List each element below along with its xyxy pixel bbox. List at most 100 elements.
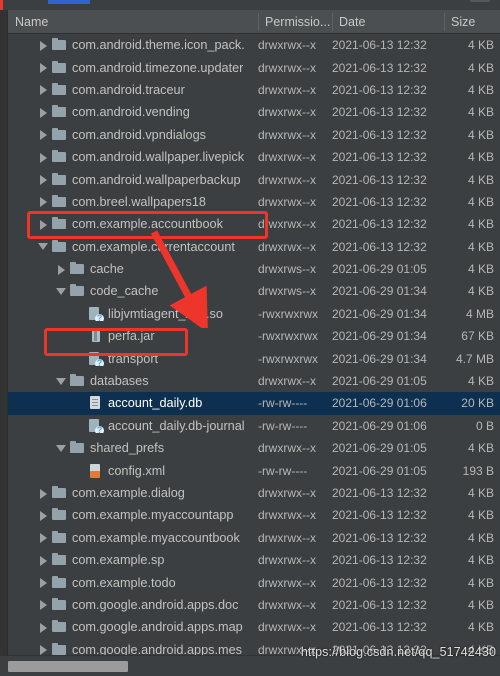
- chevron-right-icon[interactable]: [38, 510, 49, 521]
- table-row[interactable]: com.example.todo drwxrwx--x 2021-06-13 12:…: [8, 571, 500, 593]
- table-row[interactable]: com.android.theme.icon_pack. drwxrwx--x 20…: [8, 34, 500, 56]
- unknown-file-icon: [88, 306, 104, 321]
- cell-name: libjvmtiagent_x86.so: [8, 306, 258, 321]
- chevron-right-icon[interactable]: [56, 264, 67, 275]
- chevron-down-icon[interactable]: [56, 443, 67, 454]
- cell-permissions: drwxrwx--x: [258, 60, 316, 75]
- cell-name: com.example.todo: [8, 575, 258, 590]
- cell-date: 2021-06-13 12:32: [332, 172, 427, 187]
- horizontal-scroll-thumb[interactable]: [8, 661, 128, 672]
- chevron-right-icon[interactable]: [38, 174, 49, 186]
- table-row[interactable]: com.android.timezone.updater drwxrwx--x 20…: [8, 56, 500, 78]
- table-row[interactable]: com.example.currentaccount drwxrwx--x 2021…: [8, 236, 500, 258]
- folder-icon: [52, 486, 67, 500]
- folder-icon: [52, 82, 67, 97]
- table-row[interactable]: com.example.dialog drwxrwx--x 2021-06-13 1…: [8, 482, 500, 504]
- table-row[interactable]: databases drwxrwx--x 2021-06-29 01:05 4 KB: [8, 370, 500, 392]
- cell-permissions: drwxrwx--x: [258, 441, 316, 456]
- horizontal-scrollbar[interactable]: [0, 655, 500, 676]
- cell-name: com.android.theme.icon_pack.: [8, 38, 258, 52]
- chevron-right-icon[interactable]: [38, 129, 49, 141]
- file-name-label: libjvmtiagent_x86.so: [108, 306, 223, 321]
- chevron-right-icon[interactable]: [38, 84, 49, 96]
- table-row[interactable]: com.example.myaccountbook drwxrwx--x 2021-…: [8, 527, 500, 549]
- cell-permissions: -rw-rw----: [258, 396, 308, 411]
- cell-date: 2021-06-13 12:32: [332, 194, 427, 209]
- column-header-name[interactable]: Name: [8, 10, 258, 34]
- chevron-right-icon[interactable]: [38, 62, 49, 74]
- chevron-down-icon[interactable]: [56, 286, 67, 297]
- cell-name: com.example.currentaccount: [8, 239, 258, 254]
- chevron-right-icon[interactable]: [38, 599, 49, 611]
- cell-size: 4 KB: [467, 105, 494, 120]
- cell-permissions: -rwxrwxrwx: [258, 351, 318, 366]
- cell-size: 4 KB: [467, 486, 494, 500]
- file-name-label: com.android.timezone.updater: [72, 60, 244, 75]
- table-row[interactable]: com.example.myaccountapp drwxrwx--x 2021-0…: [8, 504, 500, 526]
- column-header-size[interactable]: Size: [444, 10, 500, 34]
- chevron-right-icon[interactable]: [38, 107, 49, 118]
- table-row[interactable]: com.google.android.apps.doc drwxrwx--x 202…: [8, 594, 500, 616]
- chevron-right-icon[interactable]: [38, 644, 49, 655]
- table-row[interactable]: com.example.accountbook drwxrwx--x 2021-06…: [8, 213, 500, 235]
- cell-name: com.android.timezone.updater: [8, 60, 258, 75]
- file-name-label: perfa.jar: [108, 329, 155, 344]
- table-row[interactable]: perfa.jar -rwxrwxrwx 2021-06-29 01:34 67 KB: [8, 325, 500, 347]
- chevron-down-icon[interactable]: [56, 376, 67, 387]
- table-row[interactable]: code_cache drwxrws--x 2021-06-29 01:34 4 KB: [8, 280, 500, 302]
- cell-size: 4 KB: [467, 38, 494, 53]
- cell-name: code_cache: [8, 284, 258, 298]
- file-tree[interactable]: com.android.theme.icon_pack. drwxrwx--x 20…: [8, 34, 500, 655]
- chevron-right-icon[interactable]: [38, 555, 49, 566]
- file-name-label: com.example.sp: [72, 553, 165, 568]
- file-name-label: com.example.todo: [72, 575, 176, 590]
- xml-file-icon: [88, 463, 103, 478]
- chevron-right-icon[interactable]: [38, 577, 49, 589]
- cell-permissions: drwxrwx--x: [258, 194, 316, 209]
- chevron-right-icon[interactable]: [38, 622, 49, 633]
- file-name-label: com.android.theme.icon_pack.: [72, 38, 245, 53]
- table-row[interactable]: cache drwxrws--x 2021-06-29 01:05 4 KB: [8, 258, 500, 280]
- table-row[interactable]: com.google.android.apps.mes drwxrwx--x 202…: [8, 639, 500, 655]
- chevron-right-icon[interactable]: [38, 40, 49, 51]
- table-row[interactable]: libjvmtiagent_x86.so -rwxrwxrwx 2021-06-29…: [8, 303, 500, 325]
- table-row[interactable]: config.xml -rw-rw---- 2021-06-29 01:05 193 …: [8, 459, 500, 481]
- cell-permissions: drwxrwx--x: [258, 172, 316, 187]
- chevron-right-icon[interactable]: [38, 196, 49, 208]
- cell-size: 4.7 MB: [455, 351, 494, 366]
- file-name-label: com.breel.wallpapers18: [72, 194, 206, 209]
- table-row[interactable]: com.breel.wallpapers18 drwxrwx--x 2021-06-…: [8, 191, 500, 213]
- column-header-permissions[interactable]: Permissio...: [258, 10, 332, 34]
- table-row[interactable]: com.android.vending drwxrwx--x 2021-06-13 …: [8, 101, 500, 123]
- table-row[interactable]: shared_prefs drwxrwx--x 2021-06-29 01:05 4 …: [8, 437, 500, 459]
- table-row[interactable]: com.google.android.apps.map drwxrwx--x 202…: [8, 616, 500, 638]
- table-row[interactable]: com.android.wallpaperbackup drwxrwx--x 202…: [8, 168, 500, 190]
- cell-size: 67 KB: [461, 329, 494, 344]
- cell-size: 4 KB: [467, 508, 494, 523]
- table-row[interactable]: transport -rwxrwxrwx 2021-06-29 01:34 4.7 M…: [8, 347, 500, 369]
- chevron-right-icon[interactable]: [38, 488, 49, 499]
- cell-permissions: drwxrwx--x: [258, 239, 316, 254]
- file-name-label: account_daily.db-journal: [108, 418, 245, 433]
- cell-permissions: drwxrwx--x: [258, 374, 316, 389]
- folder-icon: [70, 374, 85, 388]
- cell-name: shared_prefs: [8, 441, 258, 455]
- table-row[interactable]: account_daily.db-journal -rw-rw---- 2021-0…: [8, 415, 500, 437]
- folder-icon: [52, 127, 67, 142]
- cell-permissions: drwxrwx--x: [258, 105, 316, 120]
- chevron-right-icon[interactable]: [38, 219, 49, 230]
- chevron-right-icon[interactable]: [38, 532, 49, 544]
- folder-icon: [52, 194, 67, 209]
- table-row[interactable]: account_daily.db -rw-rw---- 2021-06-29 01:…: [8, 392, 500, 415]
- table-row[interactable]: com.example.sp drwxrwx--x 2021-06-13 12:32…: [8, 549, 500, 571]
- column-header-date[interactable]: Date: [332, 10, 444, 34]
- table-row[interactable]: com.android.traceur drwxrwx--x 2021-06-13 …: [8, 79, 500, 101]
- chevron-down-icon[interactable]: [38, 241, 49, 252]
- folder-icon: [52, 575, 67, 590]
- folder-icon: [52, 642, 67, 655]
- table-row[interactable]: com.android.vpndialogs drwxrwx--x 2021-06-…: [8, 124, 500, 146]
- table-row[interactable]: com.android.wallpaper.livepick drwxrwx--x…: [8, 146, 500, 168]
- unknown-file-icon: [88, 418, 104, 433]
- folder-icon: [52, 150, 67, 164]
- chevron-right-icon[interactable]: [38, 152, 49, 163]
